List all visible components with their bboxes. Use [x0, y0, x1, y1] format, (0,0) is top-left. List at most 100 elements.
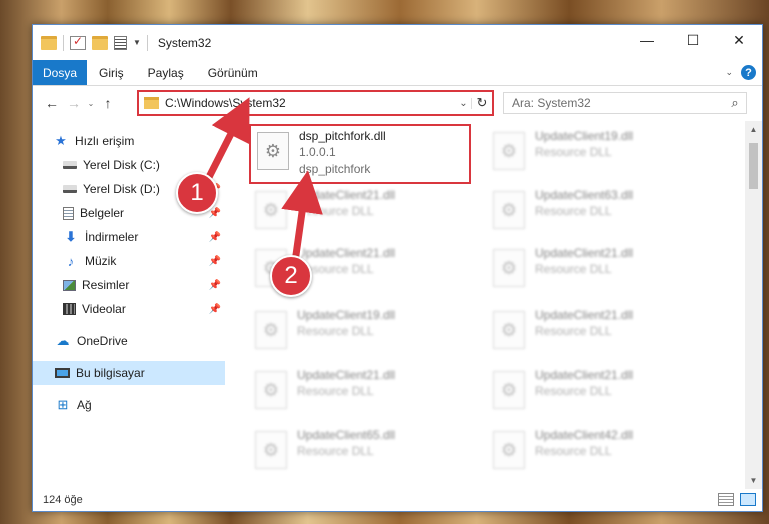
tab-home[interactable]: Giriş	[87, 60, 136, 85]
file-type: Resource DLL	[297, 384, 374, 398]
sidebar-item-label: Belgeler	[80, 206, 125, 220]
file-item[interactable]: ⚙ UpdateClient21.dll Resource DLL	[487, 243, 707, 301]
sidebar-item-this-pc[interactable]: Bu bilgisayar	[33, 361, 225, 385]
file-item[interactable]: ⚙ UpdateClient19.dll Resource DLL	[249, 305, 469, 363]
vertical-scrollbar[interactable]: ▲ ▼	[745, 121, 762, 489]
help-icon[interactable]: ?	[741, 65, 756, 80]
sidebar-item-pictures[interactable]: Resimler 📌	[33, 273, 225, 297]
address-path[interactable]: C:\Windows\System32	[165, 96, 456, 110]
details-view-icon[interactable]	[718, 493, 734, 506]
scroll-down-icon[interactable]: ▼	[745, 472, 762, 489]
file-text: UpdateClient19.dll Resource DLL	[535, 126, 633, 161]
file-item[interactable]: ⚙ UpdateClient21.dll Resource DLL	[487, 305, 707, 363]
search-input[interactable]	[512, 96, 724, 110]
file-type: Resource DLL	[535, 324, 612, 338]
customize-list-icon[interactable]	[114, 35, 127, 50]
cloud-icon: ☁	[56, 333, 70, 348]
file-text: UpdateClient21.dll Resource DLL	[297, 365, 395, 400]
star-icon: ★	[55, 133, 67, 148]
address-bar[interactable]: C:\Windows\System32 ⌄ ↻	[137, 90, 494, 116]
expand-ribbon-icon[interactable]: ⌄	[725, 67, 733, 78]
forward-button[interactable]: →	[63, 95, 85, 111]
dll-file-icon: ⚙	[493, 311, 525, 349]
scroll-up-icon[interactable]: ▲	[745, 121, 762, 138]
sidebar-item-label: Bu bilgisayar	[76, 366, 145, 380]
toolbar-divider	[63, 34, 64, 51]
pin-icon[interactable]: 📌	[209, 280, 221, 291]
window-controls: — ☐ ✕	[624, 25, 762, 55]
new-folder-icon[interactable]	[92, 35, 108, 50]
file-type: Resource DLL	[535, 444, 612, 458]
documents-icon	[63, 206, 74, 220]
search-icon[interactable]: ⌕	[724, 95, 746, 111]
file-text: UpdateClient21.dll Resource DLL	[535, 243, 633, 278]
dll-file-icon: ⚙	[255, 191, 287, 229]
sidebar-item-label: Yerel Disk (C:)	[83, 158, 160, 172]
file-text: UpdateClient21.dll Resource DLL	[535, 305, 633, 340]
file-text: UpdateClient65.dll Resource DLL	[297, 425, 395, 460]
file-type: Resource DLL	[297, 204, 374, 218]
callout-badge-1: 1	[176, 172, 218, 214]
dll-file-icon: ⚙	[255, 311, 287, 349]
computer-icon	[55, 368, 70, 378]
back-button[interactable]: ←	[41, 95, 63, 111]
file-item[interactable]: ⚙ UpdateClient19.dll Resource DLL	[487, 126, 707, 184]
pin-icon[interactable]: 📌	[209, 304, 221, 315]
pin-icon[interactable]: 📌	[209, 232, 221, 243]
file-item-dsp-pitchfork[interactable]: ⚙ dsp_pitchfork.dll 1.0.0.1 dsp_pitchfor…	[249, 124, 471, 184]
file-text: UpdateClient21.dll Resource DLL	[297, 185, 395, 220]
close-button[interactable]: ✕	[716, 25, 762, 55]
up-button[interactable]: ↑	[97, 95, 119, 111]
file-item[interactable]: ⚙ UpdateClient21.dll Resource DLL	[249, 185, 469, 243]
sidebar-item-label: Müzik	[85, 254, 117, 268]
file-name: UpdateClient19.dll	[535, 129, 634, 143]
callout-badge-2: 2	[270, 255, 312, 297]
tab-file[interactable]: Dosya	[33, 60, 87, 85]
chevron-down-icon[interactable]: ▼	[133, 38, 141, 47]
address-dropdown-icon[interactable]: ⌄	[456, 97, 472, 109]
dll-file-icon: ⚙	[493, 249, 525, 287]
view-toggle	[718, 493, 756, 506]
tiles-view-icon[interactable]	[740, 493, 756, 506]
file-name: UpdateClient63.dll	[535, 188, 634, 202]
dll-file-icon: ⚙	[493, 431, 525, 469]
status-bar: 124 öğe	[33, 489, 762, 511]
file-item[interactable]: ⚙ UpdateClient42.dll Resource DLL	[487, 425, 707, 483]
file-name: UpdateClient21.dll	[297, 368, 396, 382]
refresh-button[interactable]: ↻	[472, 95, 492, 111]
sidebar-item-label: OneDrive	[77, 334, 128, 348]
sidebar-item-label: İndirmeler	[85, 230, 139, 244]
item-count: 124 öğe	[43, 494, 83, 506]
file-list: ⚙ dsp_pitchfork.dll 1.0.0.1 dsp_pitchfor…	[225, 121, 762, 489]
sidebar-item-downloads[interactable]: ⬇ İndirmeler 📌	[33, 225, 225, 249]
sidebar-item-network[interactable]: ⊞ Ağ	[33, 393, 225, 417]
search-box[interactable]: ⌕	[503, 92, 747, 114]
file-item[interactable]: ⚙ UpdateClient21.dll Resource DLL	[487, 365, 707, 423]
dll-file-icon: ⚙	[493, 371, 525, 409]
file-item[interactable]: ⚙ UpdateClient21.dll Resource DLL	[249, 365, 469, 423]
dll-file-icon: ⚙	[493, 132, 525, 170]
file-type: Resource DLL	[535, 204, 612, 218]
sidebar-item-onedrive[interactable]: ☁ OneDrive	[33, 329, 225, 353]
minimize-button[interactable]: —	[624, 25, 670, 55]
drive-icon	[63, 185, 77, 193]
sidebar-item-videos[interactable]: Videolar 📌	[33, 297, 225, 321]
properties-check-icon[interactable]	[70, 34, 86, 50]
navigation-bar: ← → ⌄ ↑ C:\Windows\System32 ⌄ ↻ ⌕	[33, 86, 762, 120]
recent-locations-icon[interactable]: ⌄	[85, 99, 97, 108]
scroll-thumb[interactable]	[749, 143, 758, 189]
sidebar-item-music[interactable]: ♪ Müzik 📌	[33, 249, 225, 273]
file-item[interactable]: ⚙ UpdateClient63.dll Resource DLL	[487, 185, 707, 243]
tab-view[interactable]: Görünüm	[196, 60, 270, 85]
file-name: UpdateClient65.dll	[297, 428, 396, 442]
file-item[interactable]: ⚙ UpdateClient65.dll Resource DLL	[249, 425, 469, 483]
drive-icon	[63, 161, 77, 169]
sidebar-item-quick-access[interactable]: ★ Hızlı erişim	[33, 129, 225, 153]
pin-icon[interactable]: 📌	[209, 256, 221, 267]
file-text: dsp_pitchfork.dll 1.0.0.1 dsp_pitchfork	[299, 126, 386, 178]
tab-share[interactable]: Paylaş	[136, 60, 196, 85]
file-name: UpdateClient19.dll	[297, 308, 396, 322]
main-content: ★ Hızlı erişim Yerel Disk (C:) Yerel Dis…	[33, 121, 762, 489]
sidebar-item-label: Videolar	[82, 302, 126, 316]
maximize-button[interactable]: ☐	[670, 25, 716, 55]
